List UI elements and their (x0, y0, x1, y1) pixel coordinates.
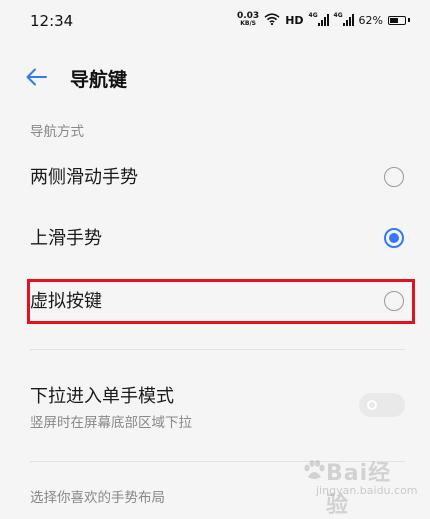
divider (30, 349, 405, 350)
toggle-knob (367, 400, 377, 410)
sim1-network-label: 4G (308, 12, 318, 19)
one-hand-mode-title: 下拉进入单手模式 (30, 386, 174, 407)
option-swipe-up-gesture[interactable]: 上滑手势 (0, 210, 430, 266)
back-arrow-icon (24, 68, 50, 94)
option-label: 虚拟按键 (30, 291, 102, 312)
back-button[interactable] (24, 64, 54, 90)
radio-button[interactable] (384, 291, 404, 311)
option-virtual-keys[interactable]: 虚拟按键 (0, 273, 430, 329)
network-speed-value: 0.03 (236, 11, 260, 21)
battery-percent: 62% (358, 13, 383, 27)
radio-button[interactable] (384, 167, 404, 187)
one-hand-mode-subtitle: 竖屏时在屏幕底部区域下拉 (30, 415, 192, 431)
option-label: 两侧滑动手势 (30, 167, 138, 188)
network-speed-unit: KB/S (240, 20, 256, 27)
page-title: 导航键 (70, 69, 128, 91)
signal-sim2-icon: 4G (333, 12, 354, 26)
hd-badge: HD (285, 13, 304, 27)
network-speed: 0.03 KB/S (237, 12, 259, 28)
status-time: 12:34 (30, 12, 74, 30)
watermark-url: jingyan.baidu.com (316, 484, 418, 497)
app-header: 导航键 (0, 58, 430, 98)
option-side-swipe-gesture[interactable]: 两侧滑动手势 (0, 149, 430, 205)
paw-logo-icon (302, 459, 326, 481)
gesture-layout-section-label: 选择你喜欢的手势布局 (30, 490, 165, 506)
status-bar: 12:34 0.03 KB/S HD 4G 4G 62% (0, 0, 430, 44)
navigation-section-label: 导航方式 (30, 124, 84, 140)
status-icons: 0.03 KB/S HD 4G 4G 62% (237, 12, 410, 28)
baidu-watermark: Bai经验 jingyan.baidu.com (302, 455, 418, 518)
wifi-icon (264, 12, 280, 28)
battery-icon (388, 15, 410, 25)
one-hand-mode-toggle[interactable] (359, 393, 405, 417)
option-label: 上滑手势 (30, 228, 102, 249)
radio-button-selected[interactable] (384, 228, 404, 248)
signal-sim1-icon: 4G (308, 12, 329, 26)
sim2-network-label: 4G (333, 12, 343, 19)
one-hand-mode-row[interactable]: 下拉进入单手模式 竖屏时在屏幕底部区域下拉 (0, 376, 430, 440)
